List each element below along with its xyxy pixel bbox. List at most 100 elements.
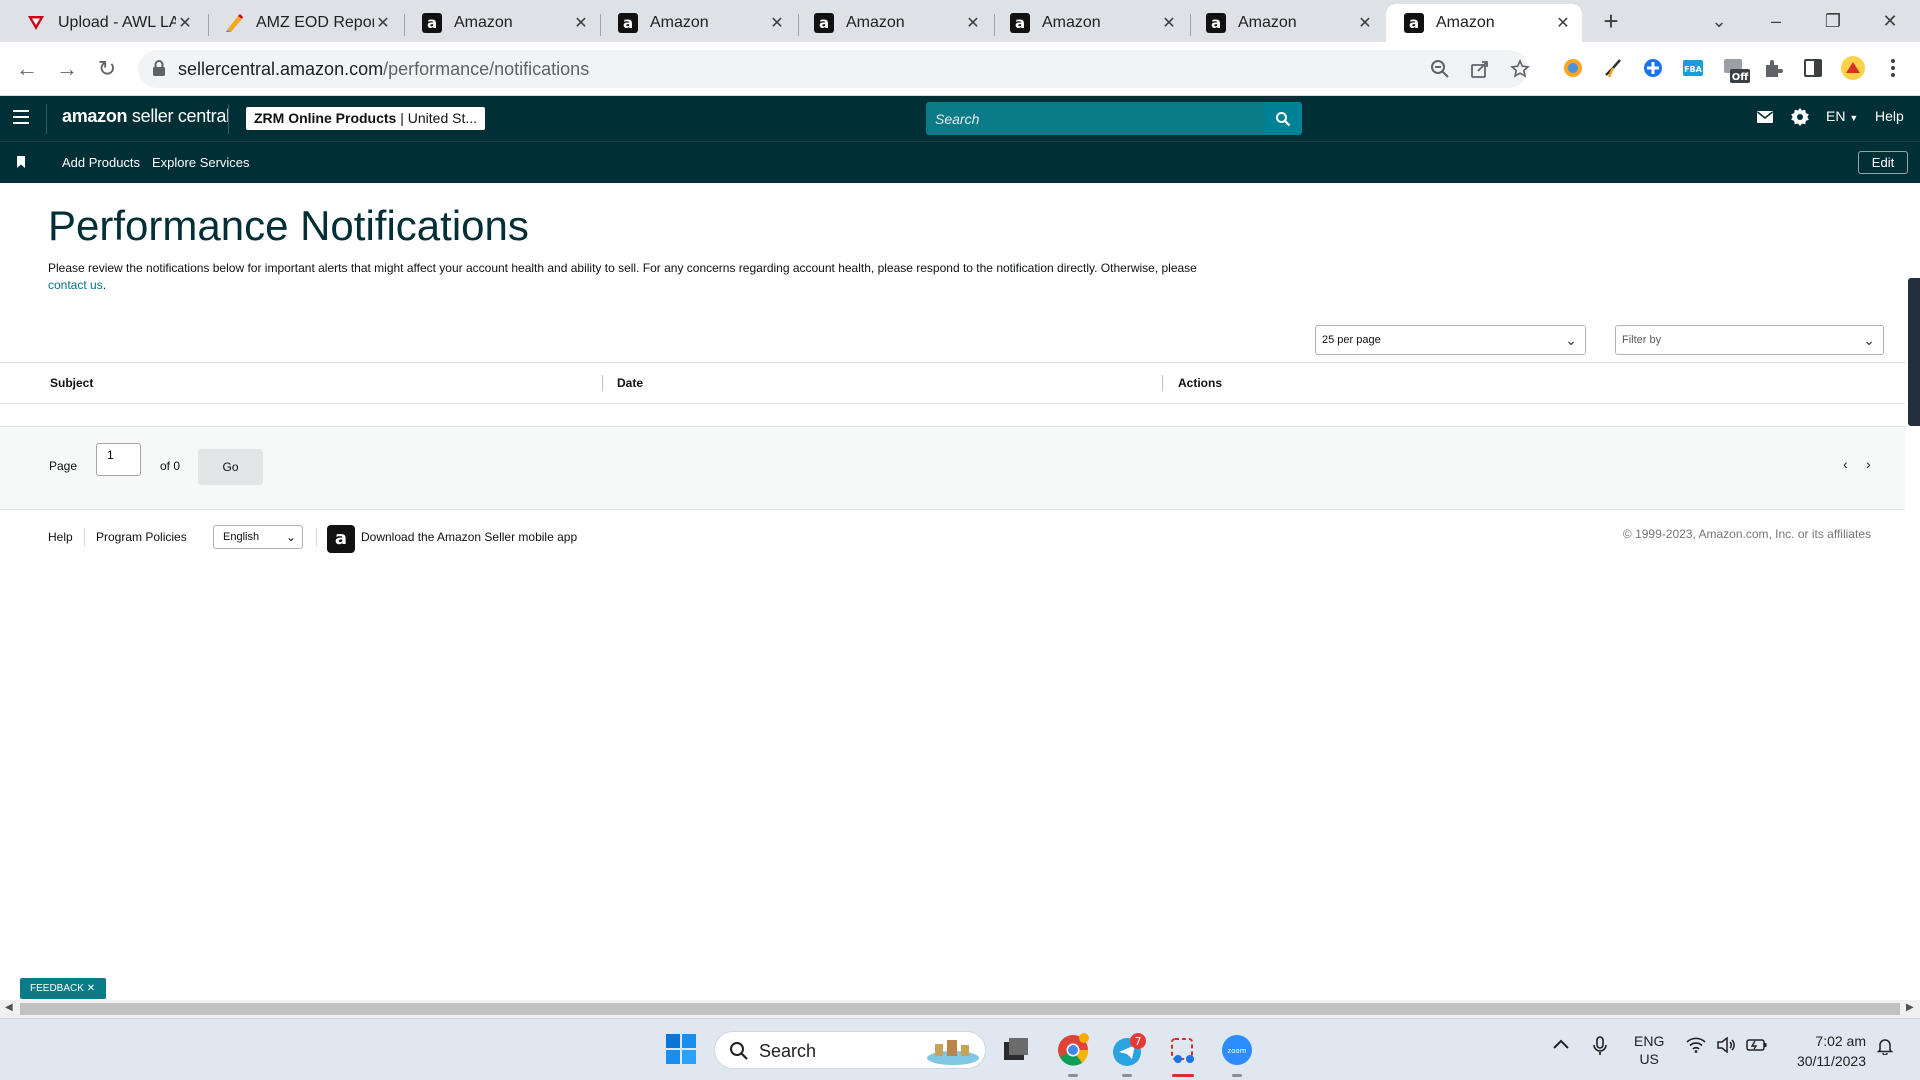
new-tab-button[interactable]: +	[1596, 6, 1626, 36]
amazon-a-icon: a	[1206, 13, 1226, 33]
horizontal-scrollbar[interactable]: ◀ ▶	[0, 1000, 1920, 1018]
copyright: © 1999-2023, Amazon.com, Inc. or its aff…	[1622, 527, 1871, 541]
tab-title: Upload - AWL LA	[58, 14, 176, 31]
footer-help-link[interactable]: Help	[48, 530, 73, 544]
browser-tab[interactable]: a Amazon ✕	[992, 4, 1188, 42]
browser-tab[interactable]: a Amazon ✕	[796, 4, 992, 42]
side-panel-icon[interactable]	[1802, 57, 1826, 81]
system-clock[interactable]: 7:02 am 30/11/2023	[1784, 1031, 1866, 1071]
close-icon[interactable]: ✕	[374, 13, 392, 33]
notifications-table-header: Subject Date Actions	[0, 362, 1905, 404]
profile-avatar-icon[interactable]	[1840, 55, 1865, 80]
search-input[interactable]	[926, 102, 1266, 135]
wifi-icon[interactable]	[1686, 1037, 1706, 1057]
column-date[interactable]: Date	[617, 376, 643, 390]
microphone-icon[interactable]	[1592, 1035, 1608, 1061]
intro-text: Please review the notifications below fo…	[48, 261, 1197, 292]
windows-start-icon[interactable]	[665, 1033, 699, 1067]
store-selector[interactable]: ZRM Online Products | United St...	[246, 107, 486, 130]
amazon-app-icon[interactable]: a	[327, 525, 355, 553]
address-bar[interactable]: sellercentral.amazon.com/performance/not…	[138, 50, 1530, 88]
chevron-left-icon[interactable]: ‹	[1843, 456, 1848, 472]
filter-select[interactable]: Filter by ⌄	[1615, 325, 1884, 355]
minimize-icon[interactable]: –	[1756, 4, 1796, 38]
close-icon[interactable]: ✕	[572, 13, 590, 33]
help-link[interactable]: Help	[1875, 108, 1904, 124]
close-icon[interactable]: ✕	[1160, 13, 1178, 33]
hamburger-menu-icon[interactable]	[13, 110, 29, 124]
task-view-icon[interactable]	[1000, 1033, 1034, 1067]
page-footer: Help Program Policies English ⌄ a Downloa…	[0, 510, 1905, 560]
browser-tab[interactable]: a Amazon ✕	[1188, 4, 1384, 42]
svg-text:zoom: zoom	[1227, 1047, 1246, 1055]
download-app-link[interactable]: Download the Amazon Seller mobile app	[361, 530, 577, 544]
go-button[interactable]: Go	[198, 449, 263, 485]
extension-off-icon[interactable]: Off	[1722, 57, 1750, 83]
battery-icon[interactable]	[1746, 1037, 1768, 1057]
edit-button[interactable]: Edit	[1858, 151, 1908, 174]
browser-tab-active[interactable]: a Amazon ✕	[1386, 4, 1582, 42]
back-arrow-icon[interactable]: ←	[12, 54, 42, 84]
gear-icon[interactable]	[1790, 107, 1810, 130]
bookmark-icon[interactable]	[16, 155, 26, 173]
column-subject[interactable]: Subject	[50, 376, 93, 390]
zoom-icon[interactable]: zoom	[1220, 1033, 1254, 1067]
reload-icon[interactable]: ↻	[92, 54, 122, 84]
scroll-left-icon[interactable]: ◀	[5, 1002, 13, 1013]
bookmark-star-icon[interactable]	[1510, 59, 1532, 81]
subnav-add-products[interactable]: Add Products	[62, 155, 140, 170]
chevron-up-icon[interactable]	[1552, 1037, 1570, 1055]
feedback-button[interactable]: FEEDBACK ✕	[20, 978, 106, 999]
language-selector[interactable]: EN ▼	[1826, 108, 1858, 124]
close-icon[interactable]: ✕	[768, 13, 786, 33]
per-page-select[interactable]: 25 per page ⌄	[1315, 325, 1586, 355]
browser-tab[interactable]: a Amazon ✕	[404, 4, 600, 42]
notification-bell-icon[interactable]	[1876, 1037, 1894, 1059]
snipping-tool-icon[interactable]	[1166, 1033, 1200, 1067]
puzzle-icon[interactable]	[1762, 57, 1786, 81]
red-triangle-icon	[26, 13, 46, 33]
subnav-explore-services[interactable]: Explore Services	[152, 155, 250, 170]
mail-icon[interactable]	[1756, 109, 1774, 128]
tab-title: Amazon	[1042, 14, 1101, 31]
footer-program-policies-link[interactable]: Program Policies	[96, 530, 187, 544]
close-icon[interactable]: ✕	[176, 13, 194, 33]
close-icon[interactable]: ✕	[1356, 13, 1374, 33]
close-icon[interactable]: ✕	[1554, 13, 1572, 33]
extension-orange-icon[interactable]	[1562, 57, 1586, 81]
taskbar-search[interactable]: Search	[714, 1031, 986, 1069]
restore-icon[interactable]: ❐	[1813, 4, 1853, 38]
zoom-out-icon[interactable]	[1430, 59, 1452, 81]
telegram-icon[interactable]: 7	[1112, 1033, 1146, 1067]
window-close-icon[interactable]: ✕	[1870, 4, 1910, 38]
scroll-right-icon[interactable]: ▶	[1906, 1002, 1914, 1013]
extension-cursor-icon[interactable]	[1602, 57, 1626, 81]
search-button[interactable]	[1264, 102, 1302, 135]
chrome-icon[interactable]	[1056, 1033, 1090, 1067]
forward-arrow-icon[interactable]: →	[52, 54, 82, 84]
caret-down-icon: ▼	[1849, 113, 1859, 123]
close-icon[interactable]: ✕	[87, 983, 95, 994]
column-actions[interactable]: Actions	[1178, 376, 1222, 390]
page-title: Performance Notifications	[48, 202, 529, 249]
chevron-right-icon[interactable]: ›	[1866, 456, 1871, 472]
share-icon[interactable]	[1470, 59, 1492, 81]
page-number-input[interactable]	[96, 443, 141, 476]
close-icon[interactable]: ✕	[964, 13, 982, 33]
browser-tab[interactable]: a Amazon ✕	[600, 4, 796, 42]
lock-icon	[152, 59, 166, 82]
tab-title: Amazon	[454, 14, 513, 31]
browser-tab[interactable]: AMZ EOD Report ✕	[206, 4, 402, 42]
scrollbar-thumb[interactable]	[20, 1003, 1900, 1015]
side-widget[interactable]	[1908, 278, 1920, 426]
contact-us-link[interactable]: contact us	[48, 278, 103, 292]
extension-fba-icon[interactable]: FBA	[1682, 57, 1706, 81]
input-language[interactable]: ENG US	[1634, 1032, 1664, 1068]
more-vertical-icon[interactable]	[1882, 57, 1906, 81]
extension-blue-circle-icon[interactable]	[1642, 57, 1666, 81]
seller-central-logo[interactable]: amazon seller central	[62, 106, 230, 127]
tab-search-icon[interactable]: ⌄	[1699, 4, 1739, 38]
volume-icon[interactable]	[1716, 1036, 1736, 1057]
browser-tab[interactable]: Upload - AWL LA ✕	[8, 4, 204, 42]
footer-language-select[interactable]: English ⌄	[213, 525, 303, 549]
